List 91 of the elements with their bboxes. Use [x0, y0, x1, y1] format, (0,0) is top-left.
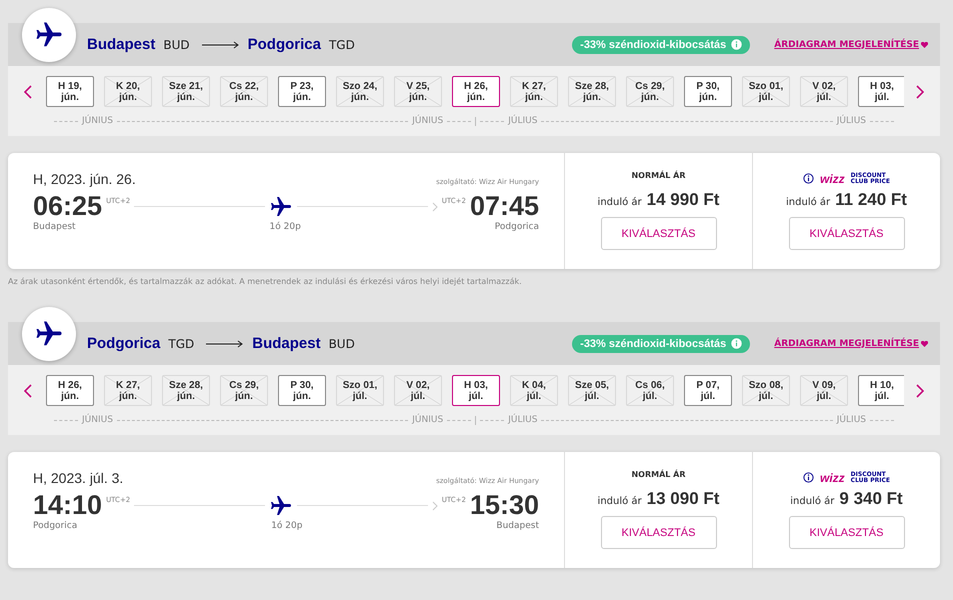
route-arrow-icon: [202, 40, 240, 48]
origin-city: Podgorica: [87, 335, 160, 352]
departure-city: Podgorica: [33, 521, 78, 531]
date-chip[interactable]: H 03, júl.: [452, 375, 500, 406]
flight-date: H, 2023. júl. 3.: [33, 470, 124, 486]
heart-icon: [921, 340, 928, 346]
arrow-head-icon: [432, 202, 438, 212]
plane-icon: [269, 194, 293, 218]
date-chip[interactable]: P 23, jún.: [278, 76, 326, 107]
date-chip[interactable]: Sze 28, jún.: [162, 375, 210, 406]
price-chart-link[interactable]: ÁRDIAGRAM MEGJELENÍTÉSE: [774, 40, 928, 50]
date-chip[interactable]: K 04, júl.: [510, 375, 558, 406]
co2-badge: -33% széndioxid-kibocsátás: [572, 36, 750, 54]
date-chip[interactable]: P 30, jún.: [278, 375, 326, 406]
select-button[interactable]: KIVÁLASZTÁS: [600, 516, 716, 549]
arrow-head-icon: [432, 500, 438, 510]
month-label: JÚNIUS: [82, 415, 113, 425]
date-chip[interactable]: V 02, júl.: [800, 76, 848, 107]
date-chip[interactable]: Sze 21, jún.: [162, 76, 210, 107]
date-chip[interactable]: Sze 05, júl.: [568, 375, 616, 406]
date-chip[interactable]: V 25, jún.: [394, 76, 442, 107]
price-prefix: induló ár: [598, 496, 642, 507]
flight-date: H, 2023. jún. 26.: [33, 171, 136, 187]
plane-icon: [269, 494, 293, 518]
departure-city: Budapest: [33, 222, 76, 232]
origin-city: Budapest: [87, 36, 156, 53]
date-chip[interactable]: Szo 01, júl.: [742, 76, 790, 107]
price-prefix: induló ár: [790, 496, 834, 507]
date-chip[interactable]: H 26, jún.: [452, 76, 500, 107]
arrival-city: Podgorica: [494, 222, 539, 232]
destination-city: Podgorica: [248, 36, 321, 53]
fare-note: Az árak utasonként értendők, és tartalmazzák az adókat. A menetrendek az indulási és érkezési város helyi idejét tartalmazzák.: [8, 277, 523, 288]
date-chip[interactable]: H 26, jún.: [46, 375, 94, 406]
fare-price: 9 340 Ft: [839, 489, 903, 509]
arrival-time: 15:30: [470, 490, 539, 521]
origin-code: TGD: [168, 336, 194, 350]
date-chip[interactable]: K 27, jún.: [104, 375, 152, 406]
month-label: JÚNIUS: [82, 116, 113, 126]
date-chip[interactable]: V 09, júl.: [800, 375, 848, 406]
arrival-time: 07:45: [470, 191, 539, 222]
date-chip[interactable]: H 03, júl.: [858, 76, 904, 107]
month-label: JÚLIUS: [508, 116, 538, 126]
month-label: JÚLIUS: [836, 415, 866, 425]
price-prefix: induló ár: [598, 197, 642, 208]
departure-time: 14:10: [33, 490, 102, 521]
origin-code: BUD: [163, 38, 190, 52]
flight-duration: 1ó 20p: [270, 222, 301, 232]
arrival-city: Budapest: [496, 521, 539, 531]
fare-price: 13 090 Ft: [646, 489, 720, 509]
date-chip[interactable]: Cs 06, júl.: [626, 375, 674, 406]
fare-title: NORMÁL ÁR: [631, 171, 686, 182]
date-chip[interactable]: Sze 28, jún.: [568, 76, 616, 107]
date-chip[interactable]: Szo 08, júl.: [742, 375, 790, 406]
heart-icon: [921, 42, 928, 48]
club-logo-wordmark: wizz: [820, 470, 845, 484]
date-chip[interactable]: K 27, jún.: [510, 76, 558, 107]
date-chip[interactable]: Cs 22, jún.: [220, 76, 268, 107]
destination-code: TGD: [328, 38, 355, 52]
plane-logo: [22, 307, 76, 361]
destination-city: Budapest: [252, 335, 321, 352]
date-chip[interactable]: Cs 29, jún.: [626, 76, 674, 107]
destination-code: BUD: [328, 336, 355, 350]
month-label: JÚNIUS: [412, 116, 444, 126]
fare-price: 11 240 Ft: [835, 190, 907, 210]
month-label: JÚLIUS: [508, 415, 538, 425]
select-button[interactable]: KIVÁLASZTÁS: [788, 516, 904, 549]
date-chip[interactable]: K 20, jún.: [104, 76, 152, 107]
route-arrow-icon: [206, 340, 244, 348]
info-icon[interactable]: [803, 472, 814, 483]
date-chip[interactable]: P 07, júl.: [684, 375, 732, 406]
month-label: JÚLIUS: [836, 116, 866, 126]
flight-duration: 1ó 20p: [271, 521, 302, 531]
fare-title: NORMÁL ÁR: [631, 470, 686, 481]
price-chart-link[interactable]: ÁRDIAGRAM MEGJELENÍTÉSE: [774, 338, 928, 348]
date-chip[interactable]: Cs 29, jún.: [220, 375, 268, 406]
date-chip[interactable]: Szo 24, jún.: [336, 76, 384, 107]
price-prefix: induló ár: [786, 197, 830, 208]
select-button[interactable]: KIVÁLASZTÁS: [600, 217, 716, 250]
fare-price: 14 990 Ft: [646, 190, 720, 210]
co2-badge: -33% széndioxid-kibocsátás: [572, 334, 750, 352]
date-chip[interactable]: V 02, júl.: [394, 375, 442, 406]
club-logo-wordmark: wizz: [820, 172, 845, 186]
info-icon[interactable]: [803, 173, 814, 184]
date-chip[interactable]: H 19, jún.: [46, 76, 94, 107]
month-label: JÚNIUS: [412, 415, 444, 425]
departure-time: 06:25: [33, 191, 102, 222]
plane-logo: [22, 8, 76, 62]
date-chip[interactable]: Szo 01, júl.: [336, 375, 384, 406]
select-button[interactable]: KIVÁLASZTÁS: [788, 217, 904, 250]
date-chip[interactable]: H 10, júl.: [858, 375, 904, 406]
date-chip[interactable]: P 30, jún.: [684, 76, 732, 107]
